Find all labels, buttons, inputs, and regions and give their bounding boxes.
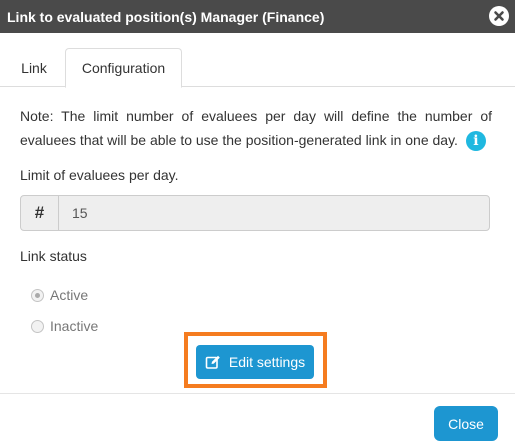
note-text: Note: The limit number of evaluees per d… xyxy=(20,108,492,148)
inactive-radio[interactable] xyxy=(31,319,44,333)
footer-divider xyxy=(0,393,515,394)
tab-link[interactable]: Link xyxy=(8,48,60,87)
tab-configuration[interactable]: Configuration xyxy=(65,48,182,88)
radio-row-active: Active xyxy=(31,287,88,303)
info-icon[interactable]: i xyxy=(465,131,486,152)
tab-bar: Link Configuration xyxy=(0,48,515,88)
dialog-title: Link to evaluated position(s) Manager (F… xyxy=(7,8,325,25)
limit-input[interactable] xyxy=(59,196,489,230)
close-icon[interactable] xyxy=(489,6,509,26)
note-text-block: Note: The limit number of evaluees per d… xyxy=(20,104,492,152)
active-radio-label: Active xyxy=(50,287,89,303)
hash-icon: # xyxy=(21,196,59,230)
limit-input-group: # xyxy=(20,195,490,231)
inactive-radio-label: Inactive xyxy=(50,318,99,334)
dialog-titlebar: Link to evaluated position(s) Manager (F… xyxy=(0,0,515,33)
active-radio[interactable] xyxy=(31,288,44,302)
radio-row-inactive: Inactive xyxy=(31,318,98,334)
edit-settings-label: Edit settings xyxy=(228,354,306,370)
link-status-label: Link status xyxy=(20,248,87,264)
close-button[interactable]: Close xyxy=(434,406,498,441)
edit-icon xyxy=(205,355,220,369)
limit-label: Limit of evaluees per day. xyxy=(20,167,179,183)
edit-settings-button[interactable]: Edit settings xyxy=(196,345,314,379)
